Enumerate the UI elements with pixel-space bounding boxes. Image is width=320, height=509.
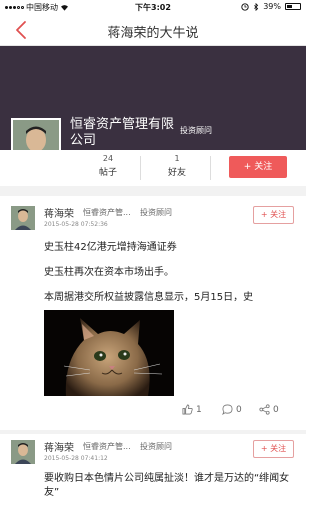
stats-divider	[140, 156, 141, 180]
stats-divider	[210, 156, 211, 180]
post-date: 2015-05-28 07:52:36	[44, 221, 108, 228]
posts-stat[interactable]: 24 帖子	[83, 154, 133, 178]
posts-count: 24	[102, 154, 114, 163]
thumbs-up-icon	[182, 404, 193, 415]
post-author-name[interactable]: 蒋海荣	[44, 439, 74, 454]
post-author-company: 恒睿资产管...	[83, 442, 131, 451]
friends-label: 好友	[167, 168, 186, 178]
kitten-photo	[44, 310, 174, 396]
post-text-line: 本周据港交所权益披露信息显示，5月15日，史	[44, 292, 254, 303]
post-author-name[interactable]: 蒋海荣	[44, 205, 74, 220]
post-follow-button[interactable]: + 关注	[253, 206, 294, 224]
status-bar: 中国移动 下午3:02 39%	[0, 0, 306, 14]
post-text-line: 史玉柱再次在资本市场出手。	[44, 267, 174, 278]
post-author-role: 投资顾问	[140, 442, 172, 451]
post-author-company: 恒睿资产管...	[83, 208, 131, 217]
battery-percent: 39%	[263, 2, 281, 11]
status-right: 39%	[241, 2, 301, 11]
share-count: 0	[273, 404, 279, 415]
follow-button[interactable]: + 关注	[229, 156, 287, 178]
post-headline[interactable]: 史玉柱42亿港元增持海通证券	[44, 238, 177, 253]
post-card: 蒋海荣 恒睿资产管... 投资顾问 2015-05-28 07:52:36 + …	[0, 196, 306, 430]
share-icon	[259, 404, 270, 415]
comment-action[interactable]: 0	[222, 404, 242, 415]
battery-icon	[285, 3, 301, 10]
post-avatar[interactable]	[11, 440, 35, 464]
post-actions: 1 0 0	[0, 402, 306, 422]
comment-icon	[222, 404, 233, 415]
friends-count: 1	[174, 154, 180, 163]
post-author-role: 投资顾问	[140, 208, 172, 217]
post-avatar[interactable]	[11, 206, 35, 230]
profile-company: 恒睿资产管理有限公司	[70, 117, 175, 148]
page-title: 蒋海荣的大牛说	[107, 26, 199, 41]
alarm-icon	[241, 2, 249, 11]
friends-stat[interactable]: 1 好友	[152, 154, 202, 178]
profile-role: 投资顾问	[180, 126, 212, 135]
post-image-kitten[interactable]	[44, 310, 174, 396]
comment-count: 0	[236, 404, 242, 415]
post-date: 2015-05-28 07:41:12	[44, 455, 108, 462]
post-follow-button[interactable]: + 关注	[253, 440, 294, 458]
bluetooth-icon	[254, 2, 259, 11]
nav-header: 蒋海荣的大牛说	[0, 14, 306, 46]
avatar-photo	[11, 206, 35, 230]
post-headline[interactable]: 要收购日本色情片公司纯属扯淡！谁才是万达的“绯闻女友”	[44, 472, 296, 500]
post-card: 蒋海荣 恒睿资产管... 投资顾问 2015-05-28 07:41:12 + …	[0, 434, 306, 509]
section-divider	[0, 186, 306, 196]
like-action[interactable]: 1	[182, 404, 202, 415]
avatar-photo	[11, 440, 35, 464]
posts-label: 帖子	[98, 168, 117, 178]
share-action[interactable]: 0	[259, 404, 279, 415]
like-count: 1	[196, 404, 202, 415]
